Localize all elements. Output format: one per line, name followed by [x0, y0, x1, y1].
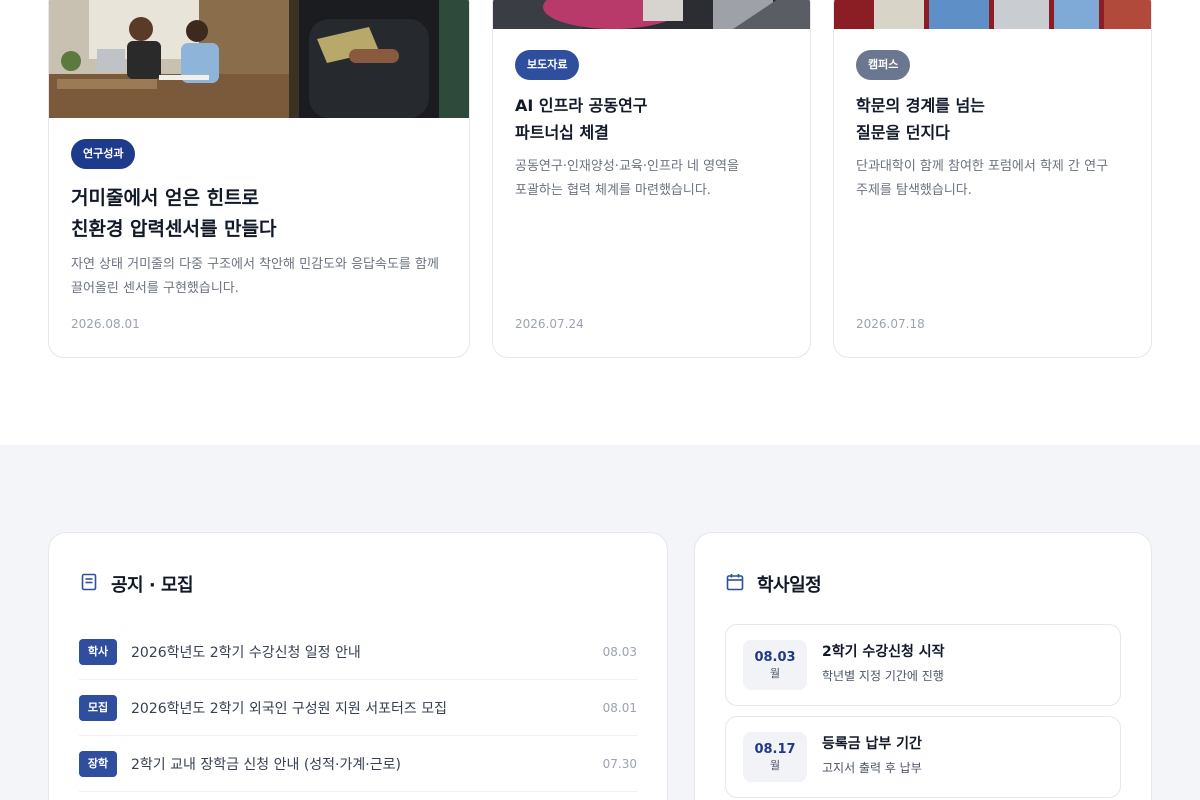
news-description: 단과대학이 함께 참여한 포럼에서 학제 간 연구 주제를 탐색했습니다.	[856, 159, 1109, 198]
notice-panel-title: 공지 · 모집	[111, 575, 194, 596]
schedule-date-box: 08.03 월	[743, 640, 807, 690]
schedule-panel-title: 학사일정	[757, 575, 822, 596]
schedule-date: 08.03	[754, 650, 796, 665]
document-icon	[79, 572, 99, 596]
schedule-item[interactable]: 08.03 월 2학기 수강신청 시작 학년별 지정 기간에 진행	[725, 624, 1121, 706]
notice-date: 08.01	[602, 700, 637, 715]
notice-title[interactable]: 2026학년도 2학기 수강신청 일정 안내	[131, 642, 603, 662]
calendar-icon	[725, 572, 745, 596]
news-title[interactable]: 학문의 경계를 넘는 질문을 던지다	[856, 92, 1129, 146]
news-category-badge: 캠퍼스	[856, 50, 911, 80]
news-title[interactable]: 거미줄에서 얻은 힌트로 친환경 압력센서를 만들다	[71, 183, 447, 245]
schedule-panel: 학사일정 08.03 월 2학기 수강신청 시작 학년별 지정 기간에 진행 0…	[694, 532, 1152, 800]
news-category-badge: 연구성과	[71, 139, 136, 169]
notice-tag: 모집	[79, 694, 117, 721]
schedule-date-box: 08.17 월	[743, 732, 807, 782]
notice-title[interactable]: 2학기 교내 장학금 신청 안내 (성적·가계·근로)	[131, 754, 603, 774]
notice-title[interactable]: 2026학년도 2학기 외국인 구성원 지원 서포터즈 모집	[131, 698, 603, 718]
news-card[interactable]: 보도자료 AI 인프라 공동연구 파트너십 체결 공동연구·인재양성·교육·인프…	[492, 0, 811, 358]
news-date: 2026.08.01	[71, 317, 140, 331]
news-description: 자연 상태 거미줄의 다중 구조에서 착안해 민감도와 응답속도를 함께 끌어올…	[71, 257, 439, 296]
schedule-weekday: 월	[769, 667, 781, 680]
notice-date: 07.30	[602, 756, 637, 771]
news-title[interactable]: AI 인프라 공동연구 파트너십 체결	[515, 92, 788, 146]
news-category-badge: 보도자료	[515, 50, 580, 80]
notice-date: 08.03	[602, 644, 637, 659]
news-image-students	[49, 0, 469, 118]
notice-panel: 공지 · 모집 학사 2026학년도 2학기 수강신청 일정 안내 08.03 …	[48, 532, 668, 800]
notice-tag: 학사	[79, 638, 117, 665]
notice-item[interactable]: 학사 2026학년도 2학기 수강신청 일정 안내 08.03	[79, 624, 637, 680]
notice-item[interactable]: 모집 2026학년도 2학기 외국인 구성원 지원 서포터즈 모집 08.01	[79, 680, 637, 736]
schedule-title: 2학기 수강신청 시작	[822, 644, 945, 660]
news-card[interactable]: 연구성과 거미줄에서 얻은 힌트로 친환경 압력센서를 만들다 자연 상태 거미…	[48, 0, 470, 358]
news-date: 2026.07.24	[515, 317, 584, 331]
schedule-item[interactable]: 08.17 월 등록금 납부 기간 고지서 출력 후 납부	[725, 716, 1121, 798]
news-description: 공동연구·인재양성·교육·인프라 네 영역을 포괄하는 협력 체계를 마련했습니…	[515, 159, 739, 198]
info-section: 공지 · 모집 학사 2026학년도 2학기 수강신청 일정 안내 08.03 …	[0, 445, 1200, 800]
schedule-title: 등록금 납부 기간	[822, 736, 922, 752]
news-image-meeting	[493, 0, 810, 29]
schedule-date: 08.17	[754, 742, 796, 757]
news-date: 2026.07.18	[856, 317, 925, 331]
schedule-subtitle: 고지서 출력 후 납부	[822, 761, 922, 775]
news-card[interactable]: 캠퍼스 학문의 경계를 넘는 질문을 던지다 단과대학이 함께 참여한 포럼에서…	[833, 0, 1152, 358]
notice-tag: 장학	[79, 750, 117, 777]
schedule-weekday: 월	[769, 759, 781, 772]
schedule-subtitle: 학년별 지정 기간에 진행	[822, 669, 944, 683]
notice-item[interactable]: 장학 2학기 교내 장학금 신청 안내 (성적·가계·근로) 07.30	[79, 736, 637, 792]
news-image-campus	[834, 0, 1151, 29]
